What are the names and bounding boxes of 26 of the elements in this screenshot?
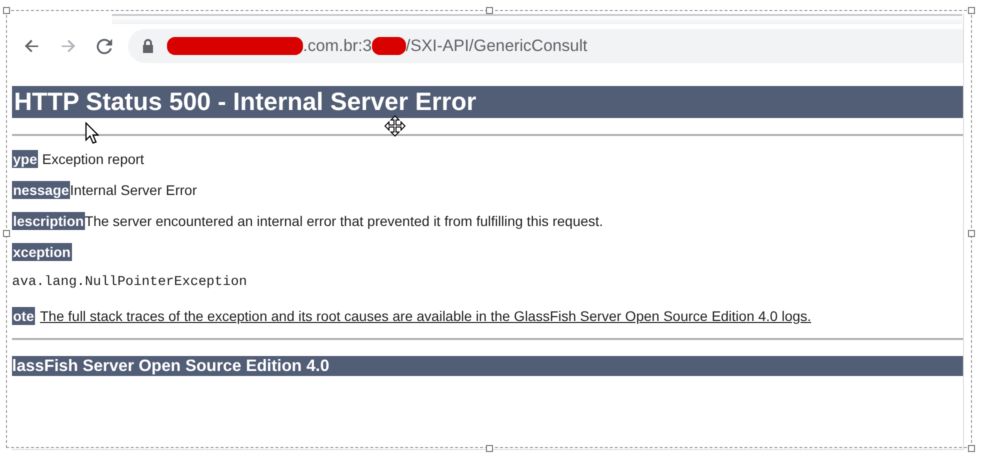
resize-handle[interactable] [968, 7, 975, 14]
field-value: Internal Server Error [70, 181, 197, 199]
resize-handle[interactable] [486, 445, 493, 452]
page-heading: HTTP Status 500 - Internal Server Error [12, 86, 963, 118]
field-label: lescription [12, 212, 85, 230]
field-label: ote [12, 307, 35, 325]
resize-handle[interactable] [968, 230, 975, 237]
url-text: .com.br:3 [303, 36, 372, 57]
field-label: nessage [12, 181, 70, 199]
exception-text: ava.lang.NullPointerException [12, 274, 248, 292]
note-link[interactable]: The full stack traces of the exception and its root causes are available in the GlassFish Server Open Source Edition 4.0 logs. [40, 307, 812, 325]
resize-handle[interactable] [3, 230, 10, 237]
field-label: xception [12, 243, 72, 261]
resize-handle[interactable] [3, 7, 10, 14]
redaction-mark [372, 37, 406, 55]
field-value: Exception report [42, 150, 144, 168]
resize-handle[interactable] [968, 445, 975, 452]
field-value: The server encountered an internal error that prevented it from fulfilling this request. [84, 212, 604, 230]
footer-bar: lassFish Server Open Source Edition 4.0 [12, 356, 963, 376]
mouse-pointer-icon [85, 122, 99, 144]
address-bar[interactable]: .com.br:3 /SXI-API/GenericConsult [128, 29, 963, 63]
resize-handle[interactable] [486, 7, 493, 14]
move-cursor-icon [384, 115, 406, 137]
lock-icon [142, 39, 154, 53]
url-text: /SXI-API/GenericConsult [406, 36, 588, 57]
field-label: ype [12, 150, 38, 168]
